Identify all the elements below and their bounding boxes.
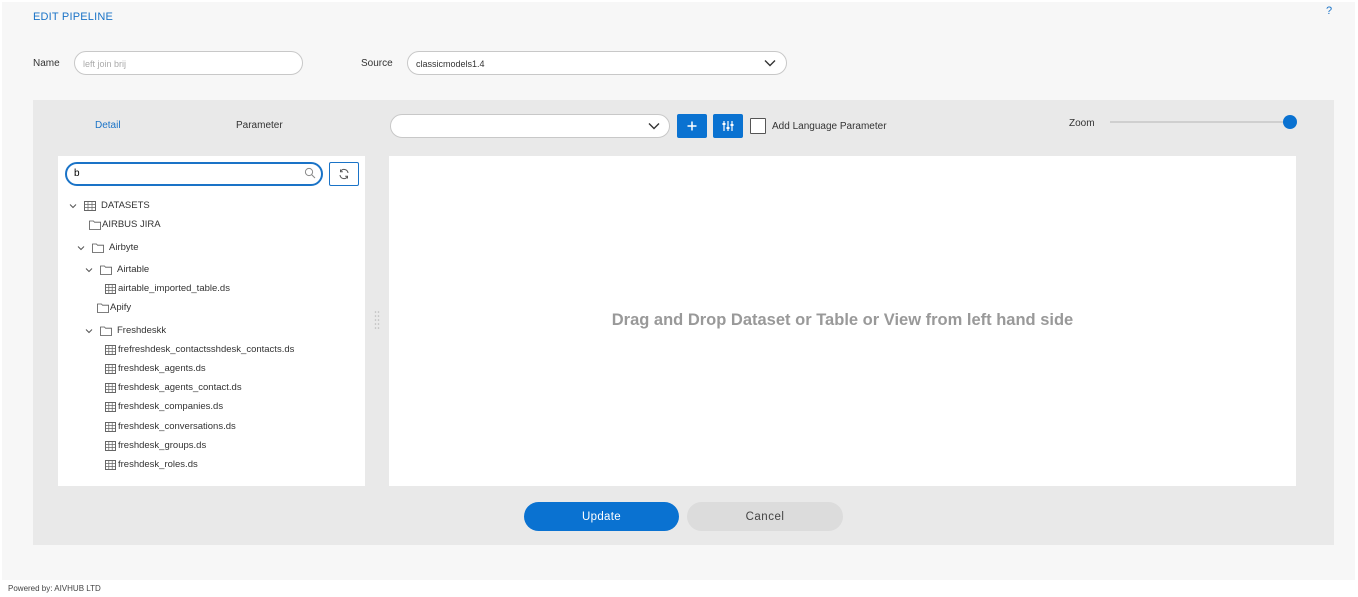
add-parameter-button[interactable] bbox=[677, 114, 707, 138]
search-icon[interactable] bbox=[304, 167, 316, 179]
tree-item-apify[interactable]: Apify bbox=[97, 302, 131, 313]
page-title: EDIT PIPELINE bbox=[33, 11, 114, 23]
tree-item-airbus-jira[interactable]: AIRBUS JIRA bbox=[89, 219, 161, 230]
refresh-button[interactable] bbox=[329, 162, 359, 186]
tree-item-dataset[interactable]: freshdesk_companies.ds bbox=[105, 401, 223, 412]
tree-item-label: freshdesk_companies.ds bbox=[118, 401, 224, 412]
tree-item-label: Apify bbox=[110, 302, 132, 313]
chevron-down-icon[interactable] bbox=[763, 56, 777, 70]
help-icon[interactable]: ? bbox=[1326, 5, 1332, 17]
tree-item-label: freshdesk_agents_contact.ds bbox=[118, 382, 242, 393]
pane-resize-handle[interactable] bbox=[374, 309, 380, 333]
add-language-checkbox[interactable] bbox=[750, 118, 766, 134]
update-button[interactable]: Update bbox=[524, 502, 679, 531]
tree-item-airbyte[interactable]: Airbyte bbox=[76, 242, 139, 253]
source-select-value: classicmodels1.4 bbox=[416, 59, 485, 69]
folder-icon bbox=[100, 265, 112, 275]
name-input[interactable]: left join brij bbox=[74, 51, 303, 75]
name-label: Name bbox=[33, 58, 60, 69]
footer-credit: Powered by: AIVHUB LTD bbox=[8, 584, 101, 593]
tree-item-label: freshdesk_roles.ds bbox=[118, 459, 198, 470]
tree-item-airtable[interactable]: Airtable bbox=[84, 264, 149, 275]
tree-item-label: freshdesk_conversations.ds bbox=[118, 421, 236, 432]
folder-icon bbox=[100, 326, 112, 336]
cancel-button[interactable]: Cancel bbox=[687, 502, 843, 531]
tree-item-label: Airtable bbox=[117, 264, 150, 275]
tree-item-dataset[interactable]: freshdesk_roles.ds bbox=[105, 459, 198, 470]
refresh-icon bbox=[339, 168, 349, 180]
tree-item-label: freshdesk_agents.ds bbox=[118, 363, 206, 374]
tree-item-datasets[interactable]: DATASETS bbox=[68, 200, 150, 211]
canvas-empty-message: Drag and Drop Dataset or Table or View f… bbox=[611, 311, 1074, 329]
chevron-down-icon[interactable] bbox=[76, 243, 86, 253]
tree-item-label: airtable_imported_table.ds bbox=[118, 283, 230, 294]
tree-item-freshdeskk[interactable]: Freshdeskk bbox=[84, 325, 166, 336]
tree-item-label: Airbyte bbox=[109, 242, 139, 253]
parameter-select[interactable] bbox=[390, 114, 670, 138]
plus-icon bbox=[687, 121, 697, 131]
table-icon bbox=[105, 382, 116, 393]
folder-icon bbox=[92, 243, 104, 253]
table-icon bbox=[105, 283, 116, 294]
tree-item-dataset[interactable]: frefreshdesk_contactsshdesk_contacts.ds bbox=[105, 344, 294, 355]
tree-item-dataset[interactable]: freshdesk_agents_contact.ds bbox=[105, 382, 242, 393]
tree-item-label: Freshdeskk bbox=[117, 325, 167, 336]
zoom-label: Zoom bbox=[1069, 118, 1095, 129]
table-icon bbox=[105, 459, 116, 470]
chevron-down-icon[interactable] bbox=[84, 326, 94, 336]
source-select[interactable]: classicmodels1.4 bbox=[407, 51, 787, 75]
source-label: Source bbox=[361, 58, 393, 69]
chevron-down-icon[interactable] bbox=[68, 201, 78, 211]
tree-search-input[interactable]: b bbox=[65, 162, 323, 186]
sliders-icon bbox=[722, 121, 734, 131]
tab-parameter[interactable]: Parameter bbox=[236, 120, 283, 131]
chevron-down-icon[interactable] bbox=[647, 119, 661, 133]
zoom-slider-track[interactable] bbox=[1110, 121, 1290, 123]
table-icon bbox=[105, 401, 116, 412]
tree-item-label: frefreshdesk_contactsshdesk_contacts.ds bbox=[118, 344, 295, 355]
zoom-slider-handle[interactable] bbox=[1283, 115, 1297, 129]
tree-item-dataset[interactable]: freshdesk_groups.ds bbox=[105, 440, 206, 451]
table-icon bbox=[105, 440, 116, 451]
chevron-down-icon[interactable] bbox=[84, 265, 94, 275]
tree-item-dataset[interactable]: freshdesk_conversations.ds bbox=[105, 421, 236, 432]
add-language-label: Add Language Parameter bbox=[772, 121, 887, 132]
tree-item-label: AIRBUS JIRA bbox=[102, 219, 161, 230]
tree-item-label: DATASETS bbox=[101, 200, 150, 211]
tab-detail[interactable]: Detail bbox=[95, 120, 121, 131]
table-icon bbox=[84, 200, 96, 211]
table-icon bbox=[105, 344, 116, 355]
folder-icon bbox=[97, 303, 109, 313]
tree-item-dataset[interactable]: airtable_imported_table.ds bbox=[105, 283, 230, 294]
tree-item-label: freshdesk_groups.ds bbox=[118, 440, 207, 451]
table-icon bbox=[105, 363, 116, 374]
parameter-settings-button[interactable] bbox=[713, 114, 743, 138]
folder-icon bbox=[89, 220, 101, 230]
tree-item-dataset[interactable]: freshdesk_agents.ds bbox=[105, 363, 206, 374]
table-icon bbox=[105, 421, 116, 432]
